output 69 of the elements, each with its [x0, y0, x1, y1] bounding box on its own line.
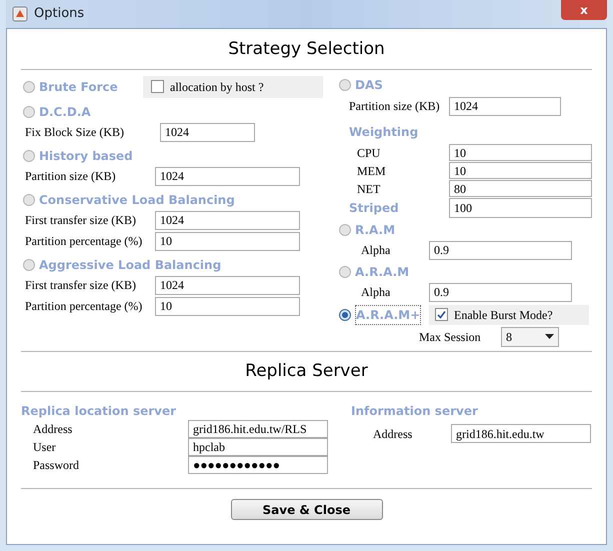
checkbox[interactable] — [435, 308, 448, 321]
strategy-label: Aggressive Load Balancing — [39, 256, 222, 274]
window-title: Options — [34, 5, 84, 24]
field-label: NET — [357, 180, 382, 198]
field-label: User — [33, 439, 57, 456]
dropdown[interactable]: 8 — [501, 326, 559, 346]
input-field[interactable]: 1024 — [155, 166, 300, 186]
radio-button[interactable] — [23, 80, 35, 92]
close-button[interactable]: x — [561, 0, 607, 20]
strategy-label: DAS — [355, 76, 383, 94]
field-label: Password — [33, 457, 80, 474]
field-label: Alpha — [361, 284, 392, 301]
input-field[interactable]: 10 — [155, 296, 300, 316]
strategy-label: D.C.D.A — [39, 104, 91, 120]
input-field[interactable]: grid186.hit.edu.tw/RLS — [188, 420, 328, 438]
check-icon — [437, 310, 446, 319]
radio-button[interactable] — [339, 266, 351, 278]
field-label: First transfer size (KB) — [25, 212, 137, 229]
section-title: Strategy Selection — [227, 38, 386, 61]
group-heading: Information server — [351, 403, 479, 420]
input-field[interactable]: 1024 — [449, 96, 561, 116]
input-field[interactable]: 10 — [155, 232, 300, 250]
input-field[interactable]: 0.9 — [429, 240, 572, 260]
checkbox-label: allocation by host ? — [170, 78, 264, 96]
field-label: Partition size (KB) — [25, 168, 117, 185]
radio-button[interactable] — [339, 308, 351, 320]
radio-button[interactable] — [23, 106, 35, 118]
save-button[interactable]: Save & Close — [230, 499, 382, 520]
field-label: Partition size (KB) — [349, 98, 441, 115]
field-label: Partition percentage (%) — [25, 298, 144, 315]
input-field[interactable]: hpclab — [188, 438, 328, 456]
app-icon — [12, 6, 28, 22]
striped-label: Striped — [349, 200, 400, 216]
strategy-label: A.R.A.M+ — [355, 304, 422, 324]
field-label: CPU — [357, 144, 382, 162]
dropdown-label: Max Session — [419, 328, 482, 346]
field-label: Partition percentage (%) — [25, 233, 144, 250]
strategy-label: R.A.M — [355, 222, 396, 238]
strategy-label: History based — [39, 148, 133, 164]
radio-button[interactable] — [23, 194, 35, 206]
field-label: Alpha — [361, 242, 392, 259]
input-field[interactable]: 10 — [449, 144, 592, 161]
input-field[interactable]: 1024 — [155, 276, 300, 294]
radio-button[interactable] — [23, 150, 35, 162]
group-heading: Weighting — [348, 124, 420, 140]
field-label: MEM — [357, 162, 387, 180]
input-field[interactable]: 80 — [449, 180, 592, 197]
strategy-label: Conservative Load Balancing — [39, 192, 235, 208]
field-label: Address — [373, 426, 414, 442]
field-label: First transfer size (KB) — [25, 277, 137, 294]
field-label: Fix Block Size (KB) — [25, 124, 125, 141]
caret-icon — [545, 334, 554, 339]
radio-button[interactable] — [339, 78, 351, 90]
input-field[interactable]: 1024 — [160, 122, 255, 142]
radio-button[interactable] — [339, 224, 351, 236]
checkbox-label: Enable Burst Mode? — [454, 306, 553, 324]
input-field[interactable]: 1024 — [155, 210, 300, 230]
input-field[interactable]: grid186.hit.edu.tw — [451, 424, 591, 443]
radio-button[interactable] — [23, 258, 35, 270]
checkbox[interactable] — [151, 80, 164, 93]
field-label: Address — [33, 421, 74, 438]
section-title: Replica Server — [244, 360, 369, 382]
group-heading: Replica location server — [21, 403, 178, 420]
input-field[interactable]: 0.9 — [429, 282, 572, 302]
input-field[interactable]: ●●●●●●●●●●●● — [188, 456, 328, 474]
strategy-label: A.R.A.M — [355, 264, 410, 280]
input-field[interactable]: 10 — [449, 162, 592, 179]
input-field[interactable]: 100 — [449, 198, 592, 218]
strategy-label: Brute Force — [39, 78, 118, 96]
